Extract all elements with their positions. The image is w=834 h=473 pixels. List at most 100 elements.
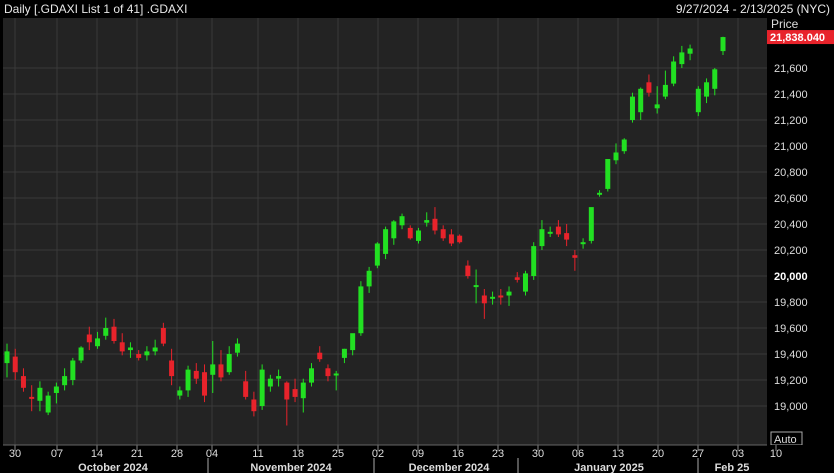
candle-body: [448, 234, 454, 244]
candle-body: [522, 273, 528, 292]
day-tick-label: 03: [732, 448, 744, 460]
candle-body: [498, 295, 504, 298]
month-label: December 2024: [409, 462, 491, 473]
day-tick-label: 23: [492, 448, 504, 460]
candle-body: [86, 334, 92, 343]
candle-body: [605, 159, 611, 189]
day-tick-label: 30: [9, 448, 21, 460]
day-tick-label: 28: [171, 448, 183, 460]
candle-body: [317, 352, 323, 360]
candle-body: [350, 333, 356, 351]
price-tick-label: 19,000: [774, 401, 808, 413]
candle-body: [720, 37, 726, 52]
candle-body: [300, 382, 306, 399]
candle-body: [210, 364, 216, 375]
price-tick-label: 19,400: [774, 349, 808, 361]
candle-body: [45, 395, 51, 413]
candle-body: [383, 229, 389, 254]
day-tick-label: 13: [612, 448, 624, 460]
candle-body: [333, 373, 339, 376]
candle-body: [671, 61, 677, 84]
candle-body: [267, 378, 273, 387]
candle-body: [259, 369, 265, 406]
candle-body: [440, 229, 446, 239]
candle-body: [613, 152, 619, 161]
price-tick-label: 19,600: [774, 323, 808, 335]
day-tick-label: 18: [292, 448, 304, 460]
candle-body: [160, 328, 166, 344]
candle-body: [662, 84, 668, 97]
candlestick-chart[interactable]: Price 19,000 19,200 19,400 19,600 19,800 20,00…: [0, 0, 834, 473]
candle-body: [169, 360, 175, 377]
candle-body: [432, 218, 438, 231]
candle-body: [234, 343, 240, 353]
day-tick-label: 20: [652, 448, 664, 460]
candle-body: [531, 246, 537, 276]
candle-body: [473, 285, 479, 288]
month-label: Feb 25: [715, 462, 750, 473]
price-tick-label: 20,400: [774, 219, 808, 231]
candle-body: [78, 347, 84, 361]
candle-body: [712, 69, 718, 89]
price-tick-label: 20,000: [774, 271, 808, 283]
candle-body: [12, 356, 18, 373]
price-tick-label: 20,600: [774, 193, 808, 205]
candle-body: [555, 226, 561, 235]
day-tick-label: 25: [332, 448, 344, 460]
candle-body: [407, 227, 413, 239]
candle-body: [424, 220, 430, 223]
candle-body: [103, 328, 109, 336]
candle-body: [284, 382, 290, 400]
candle-body: [341, 348, 347, 358]
candle-body: [20, 376, 26, 388]
candle-body: [119, 342, 125, 352]
month-label: January 2025: [574, 462, 644, 473]
candle-body: [572, 255, 578, 258]
candle-body: [415, 230, 421, 241]
price-tick-label: 19,200: [774, 375, 808, 387]
candle-body: [506, 291, 512, 296]
day-tick-label: 06: [572, 448, 584, 460]
day-tick-label: 14: [91, 448, 103, 460]
candle-body: [226, 354, 232, 373]
month-label: October 2024: [78, 462, 149, 473]
day-tick-label: 30: [532, 448, 544, 460]
candle-body: [53, 386, 59, 393]
candle-body: [309, 368, 315, 383]
last-price-label: 21,838.040: [770, 32, 825, 44]
candle-body: [177, 390, 183, 396]
candle-body: [547, 231, 553, 234]
candle-body: [374, 243, 380, 266]
candle-body: [597, 192, 603, 195]
auto-button-label: Auto: [774, 434, 797, 446]
candle-body: [457, 235, 463, 243]
candle-body: [539, 229, 545, 247]
candle-body: [136, 354, 142, 358]
candle-body: [629, 96, 635, 120]
candle-body: [621, 139, 627, 152]
candle-body: [646, 82, 652, 93]
candle-body: [70, 360, 76, 380]
candle-body: [638, 88, 644, 113]
candle-body: [391, 221, 397, 239]
price-axis-title: Price: [771, 17, 799, 31]
price-tick-label: 20,800: [774, 167, 808, 179]
candle-body: [251, 399, 257, 412]
candle-body: [687, 48, 693, 54]
day-tick-label: 16: [452, 448, 464, 460]
candle-body: [4, 351, 10, 364]
candle-body: [366, 270, 372, 287]
price-tick-label: 19,800: [774, 297, 808, 309]
candle-body: [580, 242, 586, 245]
candle-body: [358, 286, 364, 334]
candle-body: [111, 326, 117, 341]
candle-body: [654, 104, 660, 109]
candle-body: [292, 389, 298, 397]
candle-body: [29, 396, 35, 399]
candle-body: [202, 372, 208, 396]
candle-body: [243, 381, 249, 397]
candle-body: [193, 370, 199, 379]
price-tick-label: 21,400: [774, 89, 808, 101]
price-tick-label: 21,200: [774, 115, 808, 127]
candle-body: [588, 207, 594, 241]
